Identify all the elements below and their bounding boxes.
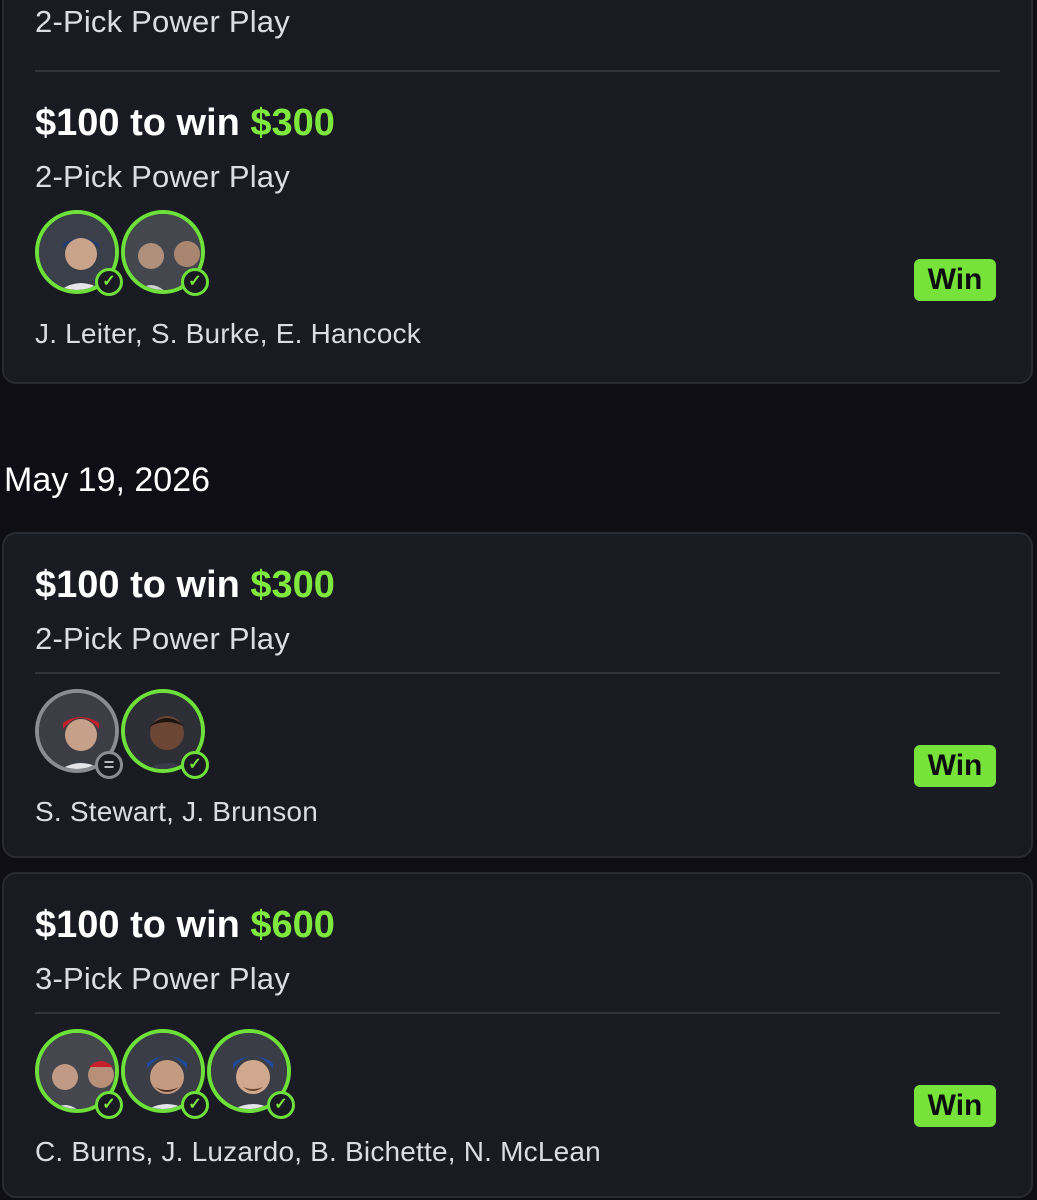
player-names: J. Leiter, S. Burke, E. Hancock xyxy=(35,318,421,349)
entry-card[interactable]: $100 to win $300 2-Pick Power Play = ✓ S… xyxy=(2,532,1033,858)
entry-amount-text: $100 to win xyxy=(35,102,251,144)
entry-card[interactable]: 2-Pick Power Play $100 to win $300 2-Pic… xyxy=(2,0,1033,384)
divider xyxy=(35,672,1000,674)
entry-amount-text: $100 to win xyxy=(35,564,251,606)
play-type: 2-Pick Power Play xyxy=(35,621,290,656)
check-icon: ✓ xyxy=(181,751,209,779)
play-type: 3-Pick Power Play xyxy=(35,961,290,996)
date-header: May 19, 2026 xyxy=(4,461,211,499)
entry-amount-text: $100 to win xyxy=(35,904,251,946)
check-icon: ✓ xyxy=(95,268,123,296)
win-amount: $300 xyxy=(250,564,335,606)
result-badge: Win xyxy=(914,1085,996,1127)
entry-amount: $100 to win $300 xyxy=(35,102,335,145)
check-icon: ✓ xyxy=(181,268,209,296)
player-names: S. Stewart, J. Brunson xyxy=(35,796,318,827)
push-icon: = xyxy=(95,751,123,779)
check-icon: ✓ xyxy=(95,1091,123,1119)
result-badge: Win xyxy=(914,259,996,301)
win-amount: $600 xyxy=(250,904,335,946)
entry-amount: $100 to win $600 xyxy=(35,904,335,947)
win-amount: $300 xyxy=(250,102,335,144)
play-type-header: 2-Pick Power Play xyxy=(35,4,290,39)
check-icon: ✓ xyxy=(267,1091,295,1119)
result-badge: Win xyxy=(914,745,996,787)
play-type: 2-Pick Power Play xyxy=(35,159,290,194)
player-names: C. Burns, J. Luzardo, B. Bichette, N. Mc… xyxy=(35,1136,601,1167)
entry-card[interactable]: $100 to win $600 3-Pick Power Play ✓ ✓ ✓… xyxy=(2,872,1033,1198)
divider xyxy=(35,1012,1000,1014)
entry-amount: $100 to win $300 xyxy=(35,564,335,607)
divider xyxy=(35,70,1000,72)
check-icon: ✓ xyxy=(181,1091,209,1119)
